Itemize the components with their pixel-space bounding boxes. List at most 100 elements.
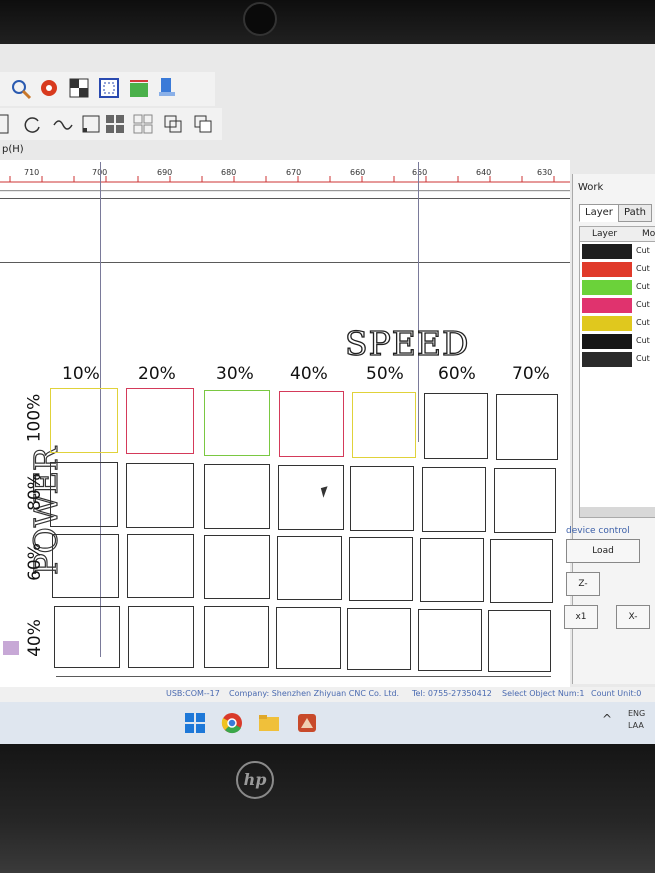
test-cell[interactable] [424,393,488,459]
chrome-icon[interactable] [221,712,243,734]
panel-title: Work [578,182,604,193]
test-cell[interactable] [278,465,344,530]
test-cell[interactable] [420,538,484,602]
layer-color [582,262,632,277]
test-cell[interactable] [352,392,416,458]
z-minus-button[interactable]: Z- [566,572,600,596]
windows-start-icon[interactable] [184,712,206,734]
test-cell[interactable] [494,468,556,533]
test-cell[interactable] [52,534,119,598]
speed-percent[interactable]: 30% [216,364,254,384]
menu-help-fragment[interactable]: p(H) [2,144,24,155]
layer-col-header: Layer [592,229,618,239]
x-minus-button[interactable]: X- [616,605,650,629]
layer-mode: Cut [636,300,650,309]
speed-percent[interactable]: 10% [62,364,100,384]
rotate-icon[interactable] [22,113,44,135]
layer-row[interactable]: Cut [582,279,655,295]
test-cell[interactable] [490,539,553,603]
layer-mode: Cut [636,318,650,327]
design-canvas[interactable]: SPEED 10% 20% 30% 40% 50% 60% 70% POWER … [0,162,570,687]
status-port: USB:COM--17 [166,689,220,698]
test-cell[interactable] [347,608,411,670]
group-grid-icon[interactable] [104,113,126,135]
test-cell[interactable] [277,536,342,600]
gear-icon[interactable] [38,77,60,99]
layer-mode: Cut [636,336,650,345]
test-cell[interactable] [128,606,194,668]
test-cell[interactable] [279,391,344,457]
test-cell[interactable] [418,609,482,671]
speed-percent[interactable]: 60% [438,364,476,384]
tab-path[interactable]: Path [618,204,652,222]
array-icon[interactable] [128,77,150,99]
test-cell[interactable] [422,467,486,532]
taskbar: ^ ENG LAA [0,702,655,744]
speed-percent[interactable]: 50% [366,364,404,384]
speed-label[interactable]: SPEED [344,323,469,363]
speed-percent[interactable]: 70% [512,364,550,384]
speed-percent[interactable]: 40% [290,364,328,384]
layer-color [582,244,632,259]
test-cell[interactable] [276,607,341,669]
status-bar: USB:COM--17 Company: Shenzhen Zhiyuan CN… [0,687,655,702]
test-cell[interactable] [127,534,194,598]
keyboard-layout: LAA [628,721,644,730]
zoom-icon[interactable] [10,78,32,100]
rectangle-icon[interactable] [0,113,18,135]
test-cell[interactable] [204,606,269,668]
layer-mode: Cut [636,282,650,291]
step-x1-button[interactable]: x1 [564,605,598,629]
power-percent[interactable]: 60% [25,543,45,581]
test-cell[interactable] [50,462,118,527]
speed-percent[interactable]: 20% [138,364,176,384]
layer-row[interactable]: Cut [582,297,655,313]
laptop-bezel-top [0,0,655,48]
test-cell[interactable] [126,463,194,528]
next-row-edge [56,676,551,677]
break-icon[interactable] [192,113,214,135]
test-cell[interactable] [350,466,414,531]
test-cell[interactable] [50,388,118,453]
layer-row[interactable]: Cut [582,351,655,367]
test-cell[interactable] [204,390,270,456]
layer-color [582,298,632,313]
layer-list-header: Layer Mo [580,227,655,242]
tray-overflow-icon[interactable]: ^ [602,712,612,726]
layer-row[interactable]: Cut [582,315,655,331]
device-icon[interactable] [156,76,178,98]
test-cell[interactable] [204,464,270,529]
layer-row[interactable]: Cut [582,243,655,259]
tab-layer[interactable]: Layer [579,204,619,222]
test-cell[interactable] [204,535,270,599]
file-explorer-icon[interactable] [258,712,280,734]
layer-row[interactable]: Cut [582,333,655,349]
laser-app-icon[interactable] [296,712,318,734]
power-percent[interactable]: 40% [25,619,45,657]
load-button[interactable]: Load [566,539,640,563]
dots-grid-icon[interactable] [98,77,120,99]
ruler-label: 640 [476,168,492,177]
frame-icon[interactable] [80,113,102,135]
work-area-border [0,198,570,199]
screen: p(H) 710 700 690 680 670 660 650 640 630 [0,44,655,744]
test-cell[interactable] [349,537,413,601]
test-cell[interactable] [126,388,194,454]
test-cell[interactable] [488,610,551,672]
combine-icon[interactable] [162,113,184,135]
layer-color [582,316,632,331]
ruler-label: 660 [350,168,366,177]
power-percent[interactable]: 80% [25,473,45,511]
power-percent[interactable]: 100% [24,394,44,443]
ruler-label: 630 [537,168,553,177]
language-indicator[interactable]: ENG LAA [628,708,645,732]
device-control-label: device control [566,526,630,536]
color-swatch[interactable] [3,641,19,655]
test-cell[interactable] [496,394,558,460]
ungroup-grid-icon[interactable] [132,113,154,135]
test-cell[interactable] [54,606,120,668]
curve-icon[interactable] [52,113,74,135]
layer-list-scrollbar[interactable] [580,507,655,517]
layer-row[interactable]: Cut [582,261,655,277]
grid-icon[interactable] [68,77,90,99]
